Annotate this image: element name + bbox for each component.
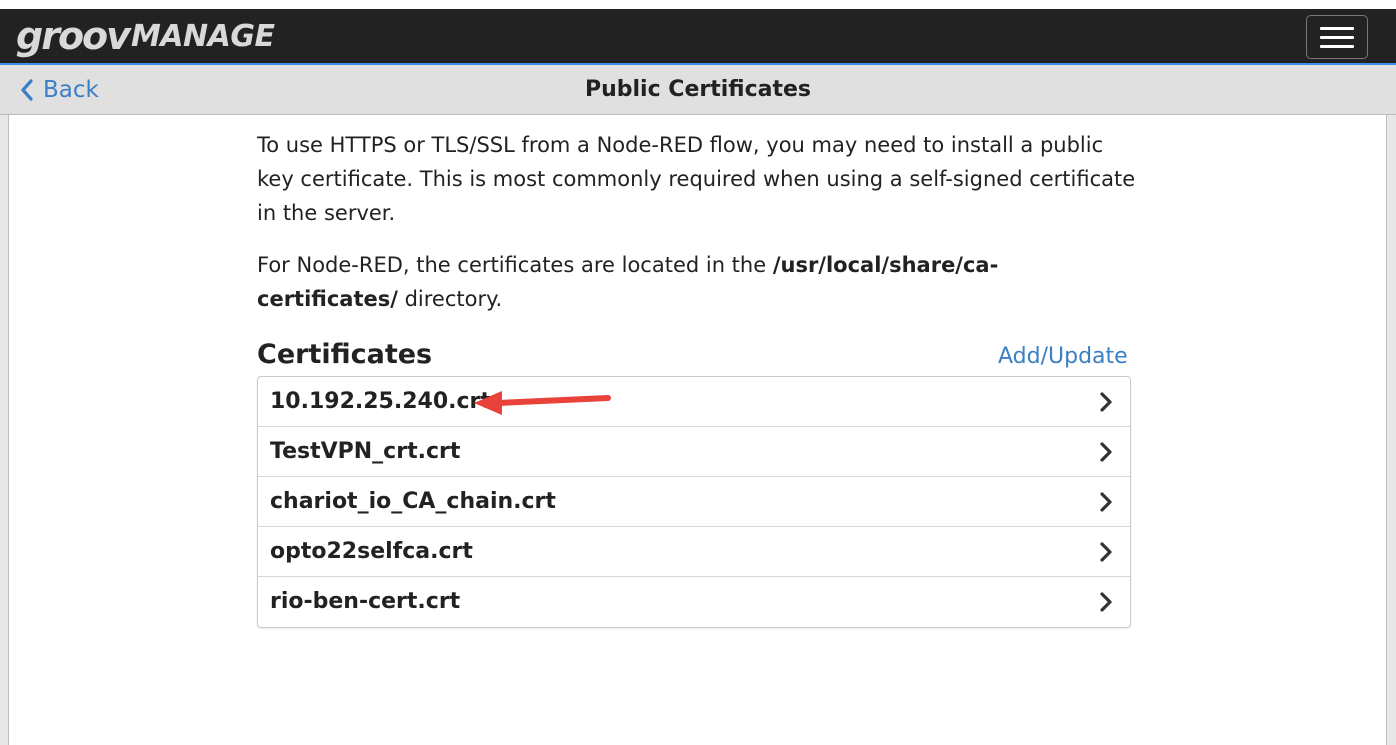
certificate-name: TestVPN_crt.crt — [270, 439, 461, 464]
hamburger-menu-button[interactable] — [1306, 15, 1368, 59]
right-margin — [1387, 115, 1396, 745]
logo-groov-text: groov — [16, 14, 131, 58]
hamburger-menu-icon — [1320, 26, 1354, 30]
location-prefix: For Node-RED, the certificates are locat… — [257, 253, 773, 277]
chevron-right-icon — [1100, 442, 1112, 462]
certificates-heading: Certificates — [257, 339, 433, 370]
certificate-name: opto22selfca.crt — [270, 539, 473, 564]
location-suffix: directory. — [397, 287, 503, 311]
certificate-name: 10.192.25.240.crt — [270, 389, 491, 414]
top-strip — [0, 0, 1396, 9]
top-navbar: groov MANAGE — [0, 9, 1396, 65]
chevron-right-icon — [1100, 392, 1112, 412]
hamburger-menu-icon-bar — [1320, 44, 1354, 48]
certificate-item[interactable]: 10.192.25.240.crt — [258, 377, 1130, 427]
hamburger-menu-icon-bar — [1320, 35, 1354, 39]
certificate-name: chariot_io_CA_chain.crt — [270, 489, 556, 514]
chevron-right-icon — [1100, 542, 1112, 562]
chevron-right-icon — [1100, 592, 1112, 612]
groov-manage-logo[interactable]: groov MANAGE — [16, 14, 275, 58]
certificate-item[interactable]: TestVPN_crt.crt — [258, 427, 1130, 477]
page-title: Public Certificates — [584, 77, 811, 102]
intro-paragraph: To use HTTPS or TLS/SSL from a Node-RED … — [257, 133, 1136, 225]
certificate-item[interactable]: chariot_io_CA_chain.crt — [258, 477, 1130, 527]
certificate-item[interactable]: rio-ben-cert.crt — [258, 577, 1130, 627]
certificate-list: 10.192.25.240.crt TestVPN_crt.crt chario… — [257, 376, 1131, 628]
logo-manage-text: MANAGE — [130, 18, 275, 54]
certificate-name: rio-ben-cert.crt — [270, 589, 461, 614]
chevron-right-icon — [1100, 492, 1112, 512]
add-update-link[interactable]: Add/Update — [998, 341, 1128, 373]
page-subheader: Back Public Certificates — [0, 65, 1396, 115]
certificate-item[interactable]: opto22selfca.crt — [258, 527, 1130, 577]
left-margin — [0, 115, 8, 745]
location-paragraph: For Node-RED, the certificates are locat… — [257, 248, 1137, 316]
app-frame: groov MANAGE Back Public Certificates To… — [0, 0, 1396, 745]
